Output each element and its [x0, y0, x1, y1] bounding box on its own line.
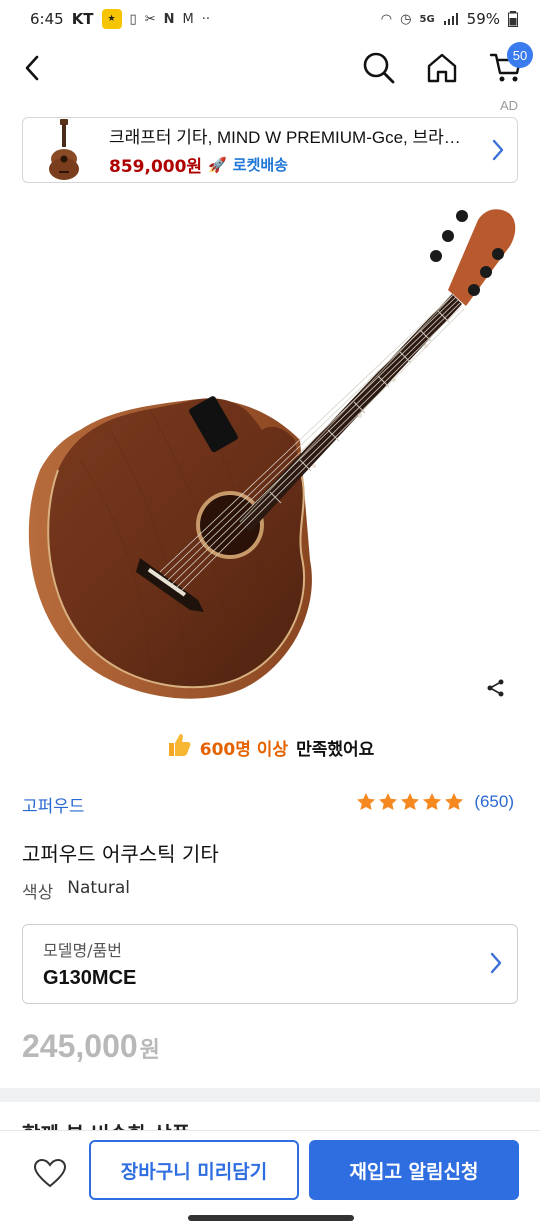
ad-label: AD — [499, 98, 518, 113]
brand-link[interactable]: 고퍼우드 — [22, 792, 85, 817]
review-count[interactable]: (650) — [474, 792, 514, 812]
app-header — [0, 40, 540, 96]
home-icon — [427, 53, 457, 83]
star-icon — [445, 793, 464, 810]
section-divider — [0, 1088, 540, 1102]
network-type: 5G — [419, 13, 435, 25]
star-icon — [357, 793, 376, 810]
more-dots-icon: ·· — [201, 11, 210, 27]
search-button[interactable] — [357, 46, 401, 90]
chevron-right-icon — [491, 138, 505, 166]
signal-icon — [443, 13, 458, 25]
model-option-selector[interactable]: 모델명/품번 G130MCE — [22, 924, 518, 1004]
bottom-action-bar: 장바구니 미리담기 재입고 알림신청 — [0, 1130, 540, 1210]
price-value: 245,000 — [22, 1028, 138, 1064]
price-unit: 원 — [139, 1038, 160, 1063]
restock-notify-button[interactable]: 재입고 알림신청 — [309, 1140, 519, 1200]
product-title: 고퍼우드 어쿠스틱 기타 — [22, 842, 219, 866]
share-button[interactable] — [482, 674, 510, 702]
back-arrow-icon — [25, 55, 39, 81]
rating[interactable]: (650) — [356, 792, 514, 812]
ad-price: 859,000원 — [109, 157, 203, 177]
product-price: 245,000 원 — [22, 1028, 160, 1065]
n-app-icon: N — [163, 11, 175, 27]
rocket-delivery-label: 로켓배송 — [232, 156, 288, 174]
ad-title: 크래프터 기타, MIND W PREMIUM-Gce, 브라… — [109, 128, 461, 147]
star-icon — [423, 793, 442, 810]
option-value: G130MCE — [43, 967, 137, 989]
color-option-row: 색상 Natural — [22, 878, 130, 903]
cart-count-badge: 50 — [507, 42, 533, 68]
back-button[interactable] — [10, 46, 54, 90]
satisfaction-count: 600명 이상 — [199, 739, 289, 760]
add-to-cart-button[interactable]: 장바구니 미리담기 — [89, 1140, 299, 1200]
battery-percent: 59% — [466, 10, 500, 28]
battery-icon — [508, 11, 518, 27]
status-bar: 6:45 KT ★ ▯ ✂ N M ·· ◠ ◷ 5G 59% — [0, 0, 540, 38]
status-time: 6:45 — [30, 10, 64, 28]
alarm-icon: ◷ — [400, 11, 412, 27]
rocket-icon: 🚀 — [208, 155, 227, 174]
headset-icon: ◠ — [380, 11, 393, 27]
color-value: Natural — [67, 878, 130, 898]
gesture-nav-bar[interactable] — [188, 1215, 354, 1221]
star-icon — [401, 793, 420, 810]
tool-icon: ✂ — [144, 11, 156, 27]
search-icon — [363, 52, 395, 84]
ad-thumbnail — [33, 119, 95, 181]
status-carrier: KT — [71, 10, 94, 28]
star-rating — [356, 792, 464, 812]
next-section-title: 함께 본 비슷한 상품 — [22, 1118, 190, 1130]
ad-banner[interactable]: 크래프터 기타, MIND W PREMIUM-Gce, 브라… 859,000… — [22, 117, 518, 183]
satisfaction-banner: 600명 이상 만족했어요 — [0, 728, 540, 766]
chevron-right-icon — [489, 951, 503, 979]
heart-icon — [33, 1158, 67, 1188]
home-button[interactable] — [420, 46, 464, 90]
product-image[interactable] — [0, 200, 540, 720]
color-label: 색상 — [22, 883, 54, 903]
satisfaction-text: 만족했어요 — [296, 739, 375, 760]
wishlist-button[interactable] — [26, 1151, 74, 1195]
share-icon — [487, 679, 504, 697]
notification-app-icon: ★ — [101, 9, 122, 29]
star-icon — [379, 793, 398, 810]
thumbs-up-icon — [166, 732, 192, 763]
battery-saver-icon: ▯ — [129, 11, 137, 27]
gmail-icon: M — [182, 11, 194, 27]
option-label: 모델명/품번 — [43, 941, 122, 960]
